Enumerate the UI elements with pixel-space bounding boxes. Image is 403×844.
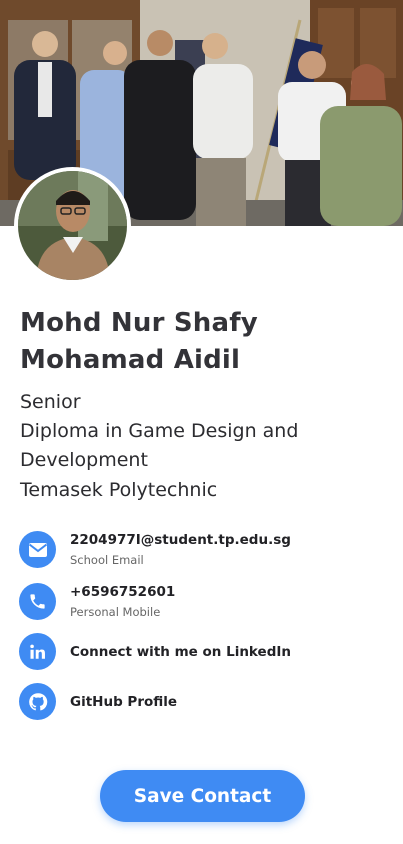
save-contact-button[interactable]: Save Contact xyxy=(100,770,305,822)
profile-details: Senior Diploma in Game Design and Develo… xyxy=(20,388,390,505)
github-link[interactable]: GitHub Profile xyxy=(70,693,177,711)
course-line-2: Development xyxy=(20,449,148,471)
school-name: Temasek Polytechnic xyxy=(20,479,218,501)
phone-icon xyxy=(19,583,56,620)
contact-github[interactable]: GitHub Profile xyxy=(19,683,177,720)
profile-name: Mohd Nur Shafy Mohamad Aidil xyxy=(20,305,390,379)
linkedin-link[interactable]: Connect with me on LinkedIn xyxy=(70,643,291,661)
contact-linkedin[interactable]: Connect with me on LinkedIn xyxy=(19,633,291,670)
github-icon xyxy=(19,683,56,720)
email-value: 2204977I@student.tp.edu.sg xyxy=(70,532,291,548)
linkedin-icon xyxy=(19,633,56,670)
email-icon xyxy=(19,531,56,568)
course-line-1: Diploma in Game Design and xyxy=(20,420,299,442)
phone-value: +6596752601 xyxy=(70,584,176,600)
name-line-1: Mohd Nur Shafy xyxy=(20,308,258,338)
phone-label: Personal Mobile xyxy=(70,605,161,619)
level-text: Senior xyxy=(20,391,81,413)
contact-phone[interactable]: +6596752601 Personal Mobile xyxy=(19,583,175,620)
email-label: School Email xyxy=(70,553,144,567)
contact-email[interactable]: 2204977I@student.tp.edu.sg School Email xyxy=(19,531,291,568)
name-line-2: Mohamad Aidil xyxy=(20,345,241,375)
avatar xyxy=(14,167,131,284)
